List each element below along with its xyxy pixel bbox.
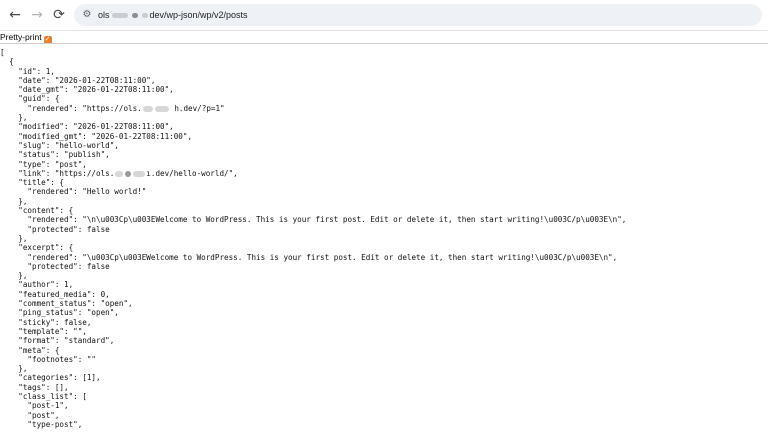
redacted-text: [125, 170, 132, 177]
site-info-icon[interactable]: ⚙: [80, 7, 94, 23]
json-line: "rendered": "\u003Cp\u003EWelcome to Wor…: [0, 252, 618, 262]
json-line: "template": "",: [0, 326, 87, 336]
json-line: },: [0, 113, 28, 123]
json-line: "post-1",: [0, 401, 69, 411]
json-line: "rendered": "\n\u003Cp\u003EWelcome to W…: [0, 215, 627, 225]
json-line: "date": "2026-01-22T08:11:00",: [0, 75, 156, 85]
json-line: "sticky": false,: [0, 317, 92, 327]
json-line: "id": 1,: [0, 66, 55, 76]
reload-icon: ⟳: [53, 7, 65, 23]
json-line: "type-post",: [0, 419, 83, 429]
json-line: },: [0, 233, 28, 243]
json-line: "title": {: [0, 178, 65, 188]
json-line: "modified_gmt": "2026-01-22T08:11:00",: [0, 131, 193, 141]
json-line: "ping_status": "open",: [0, 308, 119, 318]
json-line: "protected": false: [0, 261, 110, 271]
json-line: "footnotes": "": [0, 354, 97, 364]
json-line: },: [0, 364, 28, 374]
redacted-text: [142, 105, 153, 112]
arrow-left-icon: ←: [9, 7, 21, 23]
json-line: },: [0, 271, 28, 281]
json-line: "modified": "2026-01-22T08:11:00",: [0, 122, 174, 132]
json-viewer: [ { "id": 1, "date": "2026-01-22T08:11:0…: [0, 48, 626, 429]
browser-toolbar: ← → ⟳ ⚙ ols dev/wp-json/wp/v2/posts: [0, 0, 768, 31]
json-line: "rendered": "Hello world!": [0, 187, 147, 197]
json-line: "protected": false: [0, 224, 110, 234]
url-text[interactable]: ols dev/wp-json/wp/v2/posts: [98, 4, 248, 26]
forward-button[interactable]: →: [28, 6, 46, 24]
redacted-host: [131, 13, 138, 19]
json-line: "excerpt": {: [0, 243, 74, 253]
json-line: "categories": [1],: [0, 373, 101, 383]
json-line: "link": "https://ols.: [0, 168, 115, 178]
back-button[interactable]: ←: [6, 6, 24, 24]
json-line: "rendered": "https://ols.: [0, 103, 142, 113]
json-line: "guid": {: [0, 94, 60, 104]
pretty-print-label: Pretty-print: [0, 32, 42, 42]
json-line: ı.dev/hello-world/",: [146, 168, 238, 178]
redacted-host: [141, 13, 148, 19]
pretty-print-control[interactable]: Pretty-print ✓: [0, 31, 52, 44]
json-line: h.dev/?p=1": [174, 103, 225, 113]
divider: [0, 43, 768, 44]
json-line: "author": 1,: [0, 280, 74, 290]
redacted-text: [115, 170, 124, 177]
json-line: "class_list": [: [0, 391, 87, 401]
json-line: },: [0, 196, 28, 206]
json-line: "status": "publish",: [0, 150, 110, 160]
json-line: "slug": "hello-world",: [0, 140, 119, 150]
json-line: "date_gmt": "2026-01-22T08:11:00",: [0, 85, 174, 95]
address-bar[interactable]: ⚙ ols dev/wp-json/wp/v2/posts: [74, 4, 762, 26]
json-line: "comment_status": "open",: [0, 299, 133, 309]
json-line: [: [0, 48, 5, 57]
redacted-text: [154, 105, 169, 112]
json-line: "post",: [0, 410, 60, 420]
json-line: "type": "post",: [0, 159, 87, 169]
json-line: "meta": {: [0, 345, 60, 355]
url-path: dev/wp-json/wp/v2/posts: [149, 10, 248, 20]
json-line: "tags": [],: [0, 382, 69, 392]
redacted-host: [111, 13, 128, 19]
reload-button[interactable]: ⟳: [50, 6, 68, 24]
json-line: "format": "standard",: [0, 336, 115, 346]
redacted-text: [133, 170, 146, 177]
json-line: {: [0, 57, 14, 67]
arrow-right-icon: →: [31, 7, 43, 23]
url-host: ols: [98, 10, 110, 20]
json-line: "featured_media": 0,: [0, 289, 110, 299]
json-line: "content": {: [0, 206, 74, 216]
